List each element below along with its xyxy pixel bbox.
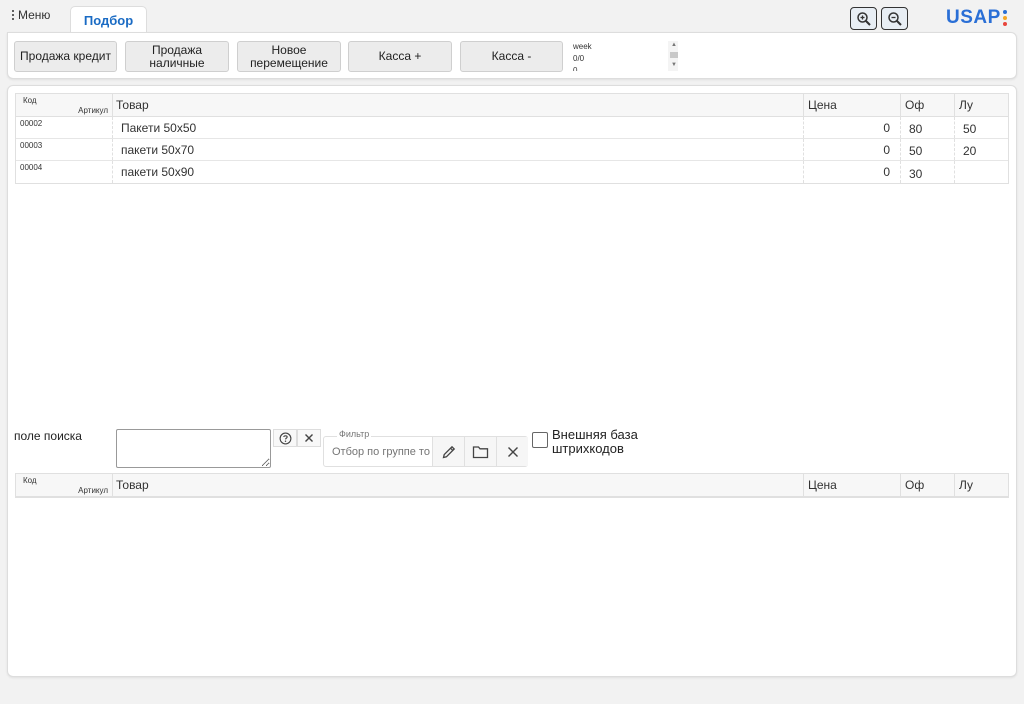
- help-icon: [279, 432, 291, 444]
- clear-search-button[interactable]: [297, 429, 321, 447]
- menu-label: Меню: [18, 8, 51, 22]
- row-name: пакети 50х90: [113, 161, 804, 183]
- table-row[interactable]: 00003 пакети 50х70 0 50 20: [16, 139, 1008, 161]
- week-label: week: [573, 42, 592, 51]
- row-code: 00003: [16, 139, 113, 160]
- week-count: 0: [573, 66, 578, 71]
- cash-out-button[interactable]: Касса -: [460, 41, 563, 72]
- row-code: 00004: [16, 161, 113, 183]
- code-article-header[interactable]: Код Артикул: [16, 94, 113, 116]
- selected-items-grid: Код Артикул Товар Цена Оф Лу 00002 Пакет…: [15, 93, 1009, 184]
- week-scrollbar[interactable]: ▲ ▼: [668, 41, 678, 71]
- week-ratio: 0/0: [573, 54, 585, 63]
- clear-filter-button[interactable]: [496, 437, 528, 466]
- article-header: Артикул: [78, 486, 108, 495]
- row-name: Пакети 50х50: [113, 117, 804, 138]
- zoom-out-icon: [887, 11, 902, 26]
- menu-dots-icon: [12, 10, 14, 20]
- edit-filter-button[interactable]: [432, 437, 464, 466]
- price-header[interactable]: Цена: [804, 474, 901, 496]
- sale-cash-button[interactable]: Продажа наличные: [125, 41, 229, 72]
- external-barcode-db-checkbox[interactable]: [532, 432, 548, 448]
- group-filter-input[interactable]: [332, 446, 430, 458]
- code-article-header[interactable]: Код Артикул: [16, 474, 113, 496]
- name-header[interactable]: Товар: [113, 474, 804, 496]
- row-price[interactable]: 0: [804, 117, 901, 138]
- menu-button[interactable]: Меню: [12, 8, 50, 22]
- scroll-thumb[interactable]: [669, 52, 678, 58]
- code-header: Код: [23, 476, 37, 485]
- zoom-in-button[interactable]: [850, 7, 877, 30]
- main-panel: Код Артикул Товар Цена Оф Лу 00002 Пакет…: [7, 85, 1017, 677]
- price-header[interactable]: Цена: [804, 94, 901, 116]
- filter-legend: Фильтр: [337, 429, 372, 439]
- row-name: пакети 50х70: [113, 139, 804, 160]
- logo-text: USAP: [946, 7, 1001, 28]
- row-of[interactable]: 50: [901, 139, 955, 160]
- name-header[interactable]: Товар: [113, 94, 804, 116]
- tab-podbor[interactable]: Подбор: [70, 6, 147, 33]
- search-results-grid: Код Артикул Товар Цена Оф Лу: [15, 473, 1009, 498]
- usap-logo: USAP: [946, 7, 1007, 29]
- grid-header: Код Артикул Товар Цена Оф Лу: [16, 474, 1008, 497]
- article-header: Артикул: [78, 106, 108, 115]
- code-header: Код: [23, 96, 37, 105]
- search-input[interactable]: [116, 429, 271, 468]
- cash-in-button[interactable]: Касса +: [348, 41, 452, 72]
- row-of[interactable]: 30: [901, 161, 955, 183]
- row-code: 00002: [16, 117, 113, 138]
- lu-header[interactable]: Лу: [955, 474, 1008, 496]
- open-group-button[interactable]: [464, 437, 496, 466]
- row-lu[interactable]: 50: [955, 117, 1008, 138]
- close-icon: [305, 434, 313, 442]
- lu-header[interactable]: Лу: [955, 94, 1008, 116]
- row-price[interactable]: 0: [804, 161, 901, 183]
- table-row[interactable]: 00004 пакети 50х90 0 30: [16, 161, 1008, 183]
- pencil-icon: [442, 445, 455, 458]
- folder-icon: [472, 445, 489, 458]
- table-row[interactable]: 00002 Пакети 50х50 0 80 50: [16, 117, 1008, 139]
- logo-dots-icon: [1002, 10, 1007, 26]
- action-toolbar: Продажа кредит Продажа наличные Новое пе…: [7, 32, 1017, 79]
- search-label: поле поиска: [14, 429, 82, 443]
- zoom-in-icon: [856, 11, 871, 26]
- scroll-down-icon[interactable]: ▼: [669, 61, 678, 69]
- of-header[interactable]: Оф: [901, 474, 955, 496]
- row-lu[interactable]: 20: [955, 139, 1008, 160]
- external-barcode-db-label[interactable]: Внешняя база штрихкодов: [552, 428, 652, 456]
- zoom-out-button[interactable]: [881, 7, 908, 30]
- group-filter: [323, 436, 528, 467]
- close-icon: [507, 446, 518, 457]
- of-header[interactable]: Оф: [901, 94, 955, 116]
- row-lu[interactable]: [955, 161, 1008, 183]
- row-price[interactable]: 0: [804, 139, 901, 160]
- top-bar: Меню Подбор USAP: [0, 0, 1024, 33]
- scroll-up-icon[interactable]: ▲: [669, 41, 678, 49]
- row-of[interactable]: 80: [901, 117, 955, 138]
- week-info-box: week 0/0 0 ▲ ▼: [572, 41, 678, 71]
- grid-header: Код Артикул Товар Цена Оф Лу: [16, 94, 1008, 117]
- sale-credit-button[interactable]: Продажа кредит: [14, 41, 117, 72]
- new-transfer-button[interactable]: Новое перемещение: [237, 41, 341, 72]
- help-button[interactable]: [273, 429, 297, 447]
